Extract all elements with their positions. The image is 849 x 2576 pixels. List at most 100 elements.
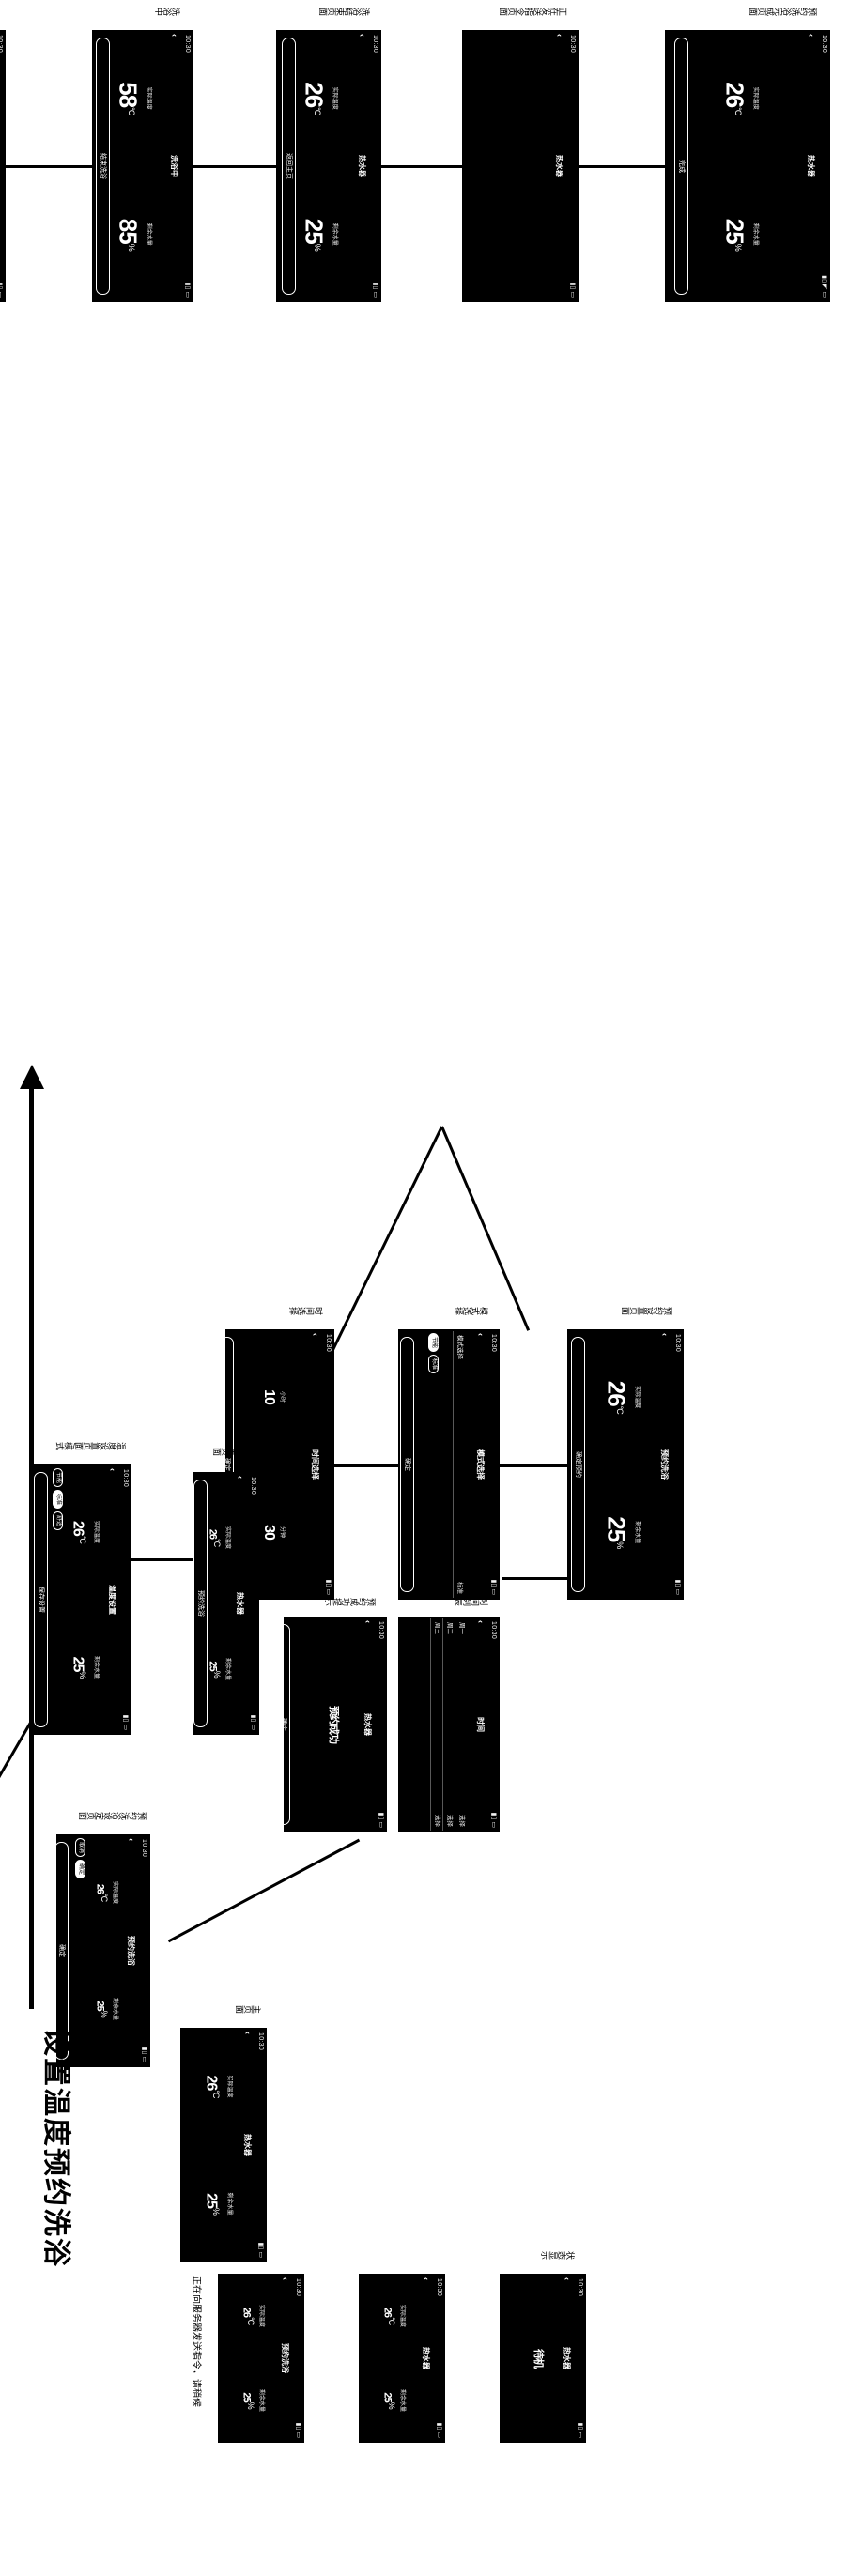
readout-unit: °C	[733, 107, 743, 115]
list-item[interactable]: 周二 选择	[442, 1618, 455, 1831]
screen-card-s5[interactable]: 10:30 ▮▯ ▭ ‹ 温度设置 实际温度 26°C 剩余水量 25% 节能 …	[34, 1464, 131, 1735]
readout-group: 实际温度 26°C 剩余水量 25%	[300, 30, 337, 302]
screen-card-s16[interactable]: 10:30 ▮▯ ◤ ▭ ‹ 热水器 实际温度 26°C 剩余水量 25% 完成	[665, 30, 830, 302]
readout-item: 剩余水量 25%	[93, 1998, 117, 2020]
screen-body: 实际温度 26°C 剩余水量 25% 返回主页	[276, 30, 354, 302]
primary-action-button[interactable]: 确定	[284, 1624, 290, 1825]
back-arrow-icon[interactable]: ‹	[108, 1468, 117, 1471]
status-bar: 10:30 ▮▯ ▭	[292, 2274, 304, 2443]
back-arrow-icon[interactable]: ‹	[311, 1333, 320, 1336]
readout-value: 25%	[602, 1516, 631, 1549]
readout-item: 实际温度 26°C	[93, 1881, 117, 1904]
readout-unit: °C	[615, 1405, 625, 1414]
minute-column[interactable]: 分钟 30	[260, 1525, 285, 1540]
battery-icon: ▭	[378, 1821, 384, 1828]
readout-item: 待机	[532, 2349, 544, 2368]
primary-action-button[interactable]: 确定预约	[571, 1337, 585, 1592]
connector-s11-s7	[440, 1126, 531, 1331]
callout-s13: 洗浴中	[155, 7, 180, 16]
callout-s7: 预约设置页面	[622, 1306, 672, 1315]
back-arrow-icon[interactable]: ‹	[422, 2277, 431, 2280]
readout-item: 实际温度 26°C	[203, 2075, 232, 2097]
back-arrow-icon[interactable]: ‹	[363, 1620, 373, 1623]
back-arrow-icon[interactable]: ‹	[555, 34, 564, 37]
readout-value: 26°C	[94, 1883, 109, 1902]
list-item[interactable]: 周一 选择	[455, 1618, 467, 1831]
readout-value: 26°C	[300, 82, 329, 115]
readout-unit: %	[211, 2207, 221, 2215]
screen-card-s1[interactable]: 10:30 ▮▯ ▭ ‹ 热水器 实际温度 26°C 剩余水量 25%	[180, 2028, 267, 2262]
confirm-button[interactable]: 确定	[75, 1860, 85, 1879]
mode-chip[interactable]: 舒适	[53, 1511, 63, 1531]
status-time: 10:30	[490, 1621, 497, 1640]
hour-column[interactable]: 小时 10	[260, 1389, 285, 1404]
primary-action-button[interactable]: 确定	[400, 1337, 414, 1592]
screen-card-s13[interactable]: 10:30 ▮▯ ▭ ‹ 洗浴中 实际温度 58°C 剩余水量 85% 结束洗浴	[92, 30, 193, 302]
readout-item: 剩余水量 25%	[239, 2389, 264, 2412]
status-time: 10:30	[184, 35, 191, 54]
screen-card-s7[interactable]: 10:30 ▮▯ ▭ ‹ 预约洗浴 实际温度 26°C 剩余水量 25% 确定预…	[567, 1329, 684, 1600]
readout-value: 26°C	[381, 2307, 396, 2325]
mode-chip[interactable]: 标准	[53, 1490, 63, 1510]
screen-card-s12[interactable]: 10:30 ▮▯ ▭ ‹ 预约洗浴 实际温度 60°C 设定温度	[0, 30, 6, 302]
readout-value: 26°C	[240, 2307, 255, 2325]
screen-card-s15[interactable]: 10:30 ▮▯ ▭ ‹ 热水器	[462, 30, 579, 302]
back-arrow-icon[interactable]: ‹	[358, 34, 367, 37]
mode-chip[interactable]: 节能	[53, 1468, 63, 1488]
cancel-button[interactable]: 取消	[75, 1838, 85, 1858]
mode-chip[interactable]: 节能	[428, 1333, 439, 1353]
readout-unit: °C	[100, 1894, 109, 1902]
connector-s9-s6	[502, 1577, 567, 1580]
nav-bar: ‹ 热水器	[232, 1472, 247, 1735]
back-arrow-icon[interactable]: ‹	[170, 34, 179, 37]
screen-card-s10[interactable]: 10:30 ▮▯ ▭ ‹ 热水器 预约成功 确定	[284, 1617, 387, 1832]
primary-action-button[interactable]: 预约洗浴	[193, 1480, 208, 1727]
primary-action-button[interactable]: 结束洗浴	[96, 38, 110, 295]
screen-body: 预约成功 确定	[284, 1617, 360, 1832]
list-item-label: 周二	[446, 1622, 453, 1634]
status-time: 10:30	[378, 1621, 384, 1640]
screen-card-s9[interactable]: 10:30 ▮▯ ▭ ‹ 时间 周一 选择 周二 选择 周三 选择	[398, 1617, 500, 1832]
screen-card-s2-copy[interactable]: 10:30 ▮▯ ▭ ‹ 预约洗浴 实际温度 26°C 剩余水量 25%	[218, 2274, 304, 2443]
screen-card-s3[interactable]: 10:30 ▮▯ ▭ ‹ 热水器 待机	[500, 2274, 586, 2443]
list-item[interactable]: 周三 选择	[430, 1618, 442, 1831]
readout-value: 58°C	[114, 82, 143, 115]
signal-icon: ▮▯	[490, 1812, 497, 1820]
battery-icon: ▭	[372, 291, 378, 298]
primary-action-button[interactable]: 完成	[674, 38, 688, 295]
primary-action-button[interactable]: 保存设置	[34, 1472, 48, 1727]
list-item-label: 周一	[458, 1622, 465, 1634]
signal-icon: ▮▯	[295, 2422, 301, 2430]
back-arrow-icon[interactable]: ‹	[807, 34, 816, 37]
time-picker[interactable]: 小时 10 分钟 30	[260, 1329, 285, 1600]
back-arrow-icon[interactable]: ‹	[281, 2277, 290, 2280]
back-arrow-icon[interactable]: ‹	[563, 2277, 572, 2280]
list-item-value: 选择	[446, 1815, 453, 1827]
battery-icon: ▭	[141, 2056, 147, 2062]
screen-card-s14[interactable]: 10:30 ▮▯ ▭ ‹ 热水器 实际温度 26°C 剩余水量 25% 返回主页	[276, 30, 381, 302]
nav-title: 时间选择	[311, 1449, 319, 1480]
back-arrow-icon[interactable]: ‹	[660, 1333, 670, 1336]
readout-group: 实际温度 26°C 剩余水量 25%	[239, 2274, 264, 2443]
nav-title: 热水器	[363, 1713, 372, 1736]
primary-action-button[interactable]: 返回主页	[282, 38, 296, 295]
screen-card-s6[interactable]: 10:30 ▮▯ ▭ ‹ 模式选择 模式选择 标准 节能 标准 确定	[398, 1329, 500, 1600]
readout-value: 25%	[69, 1656, 87, 1679]
back-arrow-icon[interactable]: ‹	[476, 1333, 486, 1336]
screen-card-s1-copy[interactable]: 10:30 ▮▯ ▭ ‹ 热水器 实际温度 26°C 剩余水量 25%	[359, 2274, 445, 2443]
nav-title: 预约洗浴	[127, 1936, 135, 1966]
back-arrow-icon[interactable]: ‹	[127, 1838, 136, 1841]
readout-item: 实际温度 26°C	[380, 2305, 405, 2327]
readout-value: 26°C	[602, 1380, 631, 1414]
back-arrow-icon[interactable]: ‹	[236, 1476, 245, 1479]
callout-s9: 时间列表	[455, 1597, 488, 1606]
readout-item: 剩余水量 25%	[206, 1658, 230, 1680]
list-item[interactable]: 模式选择 标准	[453, 1331, 465, 1598]
back-arrow-icon[interactable]: ‹	[243, 2032, 253, 2034]
mode-chip[interactable]: 标准	[428, 1355, 439, 1374]
status-bar: 10:30 ▮▯ ▭	[0, 30, 6, 302]
screen-card-s4[interactable]: 10:30 ▮▯ ▭ ‹ 热水器 实际温度 26°C 剩余水量 25% 预约洗浴	[193, 1472, 259, 1735]
back-arrow-icon[interactable]: ‹	[476, 1620, 486, 1623]
status-time: 10:30	[490, 1334, 497, 1353]
status-bar: 10:30 ▮▯ ▭	[574, 2274, 586, 2443]
